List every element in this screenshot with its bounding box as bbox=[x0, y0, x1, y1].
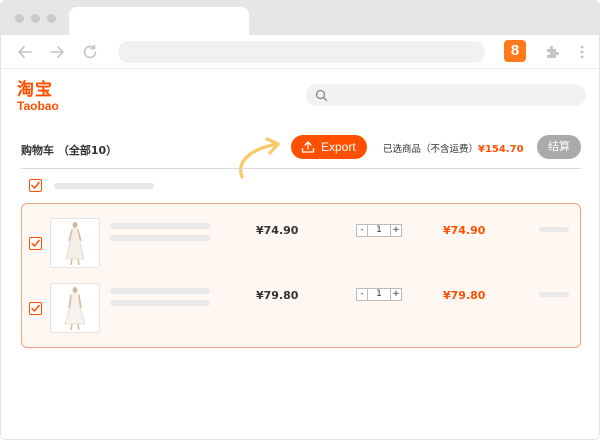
item-subtotal: ¥79.80 bbox=[443, 289, 486, 302]
shop-name-placeholder bbox=[54, 183, 154, 189]
checkout-button[interactable]: 结算 bbox=[537, 135, 581, 159]
quantity-decrease-button[interactable]: - bbox=[357, 225, 368, 236]
reload-icon[interactable] bbox=[81, 43, 99, 61]
checkmark-icon bbox=[31, 181, 40, 189]
checkmark-icon bbox=[31, 304, 40, 312]
unit-price: ¥79.80 bbox=[256, 289, 299, 302]
cart-items-panel bbox=[21, 203, 581, 348]
quantity-decrease-button[interactable]: - bbox=[357, 289, 368, 300]
quantity-increase-button[interactable]: + bbox=[390, 225, 401, 236]
dress-image bbox=[64, 287, 86, 331]
quantity-value[interactable]: 1 bbox=[368, 225, 390, 236]
cart-title: 购物车 （全部10） bbox=[21, 144, 118, 157]
select-all-checkbox[interactable] bbox=[29, 179, 42, 192]
export-button[interactable]: Export bbox=[291, 135, 367, 159]
curved-arrow-icon bbox=[239, 137, 280, 179]
item-action-placeholder[interactable] bbox=[539, 227, 569, 232]
extension-badge[interactable]: 8 bbox=[504, 40, 526, 62]
quantity-increase-button[interactable]: + bbox=[390, 289, 401, 300]
logo-english-text: Taobao bbox=[17, 99, 59, 113]
search-icon bbox=[315, 89, 328, 102]
header-divider bbox=[21, 168, 581, 169]
product-spec-placeholder bbox=[110, 235, 210, 241]
browser-tab[interactable] bbox=[69, 7, 249, 35]
export-label: Export bbox=[321, 140, 356, 154]
tab-strip bbox=[1, 1, 599, 35]
upload-icon bbox=[301, 141, 315, 153]
selected-label: 已选商品（不含运费） bbox=[383, 144, 479, 155]
window-control-dot[interactable] bbox=[47, 14, 56, 23]
window-control-dot[interactable] bbox=[15, 14, 24, 23]
product-thumbnail[interactable] bbox=[50, 218, 100, 268]
item-checkbox[interactable] bbox=[29, 237, 42, 250]
browser-toolbar: 8 bbox=[1, 35, 599, 69]
selected-total: ¥154.70 bbox=[478, 144, 524, 155]
item-checkbox[interactable] bbox=[29, 302, 42, 315]
logo-chinese-text: 淘宝 bbox=[17, 80, 53, 100]
search-input[interactable] bbox=[306, 84, 586, 106]
quantity-value[interactable]: 1 bbox=[368, 289, 390, 300]
puzzle-icon[interactable] bbox=[544, 43, 562, 61]
browser-window: 8 淘宝 Taobao 购物车 （全部10） Export 已选商品（不含运费）… bbox=[0, 0, 600, 440]
item-subtotal: ¥74.90 bbox=[443, 224, 486, 237]
quantity-stepper: - 1 + bbox=[356, 224, 402, 237]
item-action-placeholder[interactable] bbox=[539, 292, 569, 297]
unit-price: ¥74.90 bbox=[256, 224, 299, 237]
product-name-placeholder bbox=[110, 288, 210, 294]
checkmark-icon bbox=[31, 239, 40, 247]
quantity-stepper: - 1 + bbox=[356, 288, 402, 301]
back-arrow-icon[interactable] bbox=[16, 43, 34, 61]
dress-image bbox=[65, 222, 85, 266]
kebab-menu-icon[interactable] bbox=[579, 44, 585, 60]
selected-summary: 已选商品（不含运费）¥154.70 bbox=[383, 141, 524, 155]
product-spec-placeholder bbox=[110, 300, 210, 306]
forward-arrow-icon[interactable] bbox=[48, 43, 66, 61]
product-thumbnail[interactable] bbox=[50, 283, 100, 333]
product-name-placeholder bbox=[110, 223, 210, 229]
window-control-dot[interactable] bbox=[31, 14, 40, 23]
address-bar[interactable] bbox=[118, 41, 485, 63]
taobao-logo[interactable]: 淘宝 Taobao bbox=[17, 81, 59, 113]
